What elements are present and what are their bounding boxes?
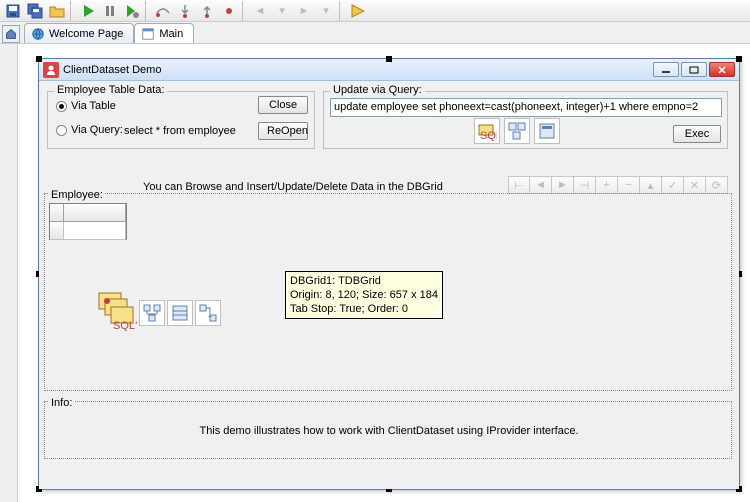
app-icon <box>43 62 59 78</box>
nav-cancel-icon[interactable]: ✕ <box>684 176 706 194</box>
nav-back-menu-icon[interactable]: ▾ <box>271 1 293 21</box>
help-icon[interactable] <box>346 1 368 21</box>
groupbox-table-data: Employee Table Data: Via Table Via Query… <box>47 91 315 149</box>
ruler-vertical <box>0 44 18 502</box>
nav-last-icon[interactable]: ⊣ <box>574 176 596 194</box>
groupbox-title: Employee Table Data: <box>54 84 167 96</box>
query-component-icon[interactable]: SQL? <box>474 118 500 144</box>
step-out-icon[interactable] <box>196 1 218 21</box>
maximize-button[interactable] <box>681 62 707 77</box>
home-button[interactable] <box>2 25 20 43</box>
step-over-icon[interactable] <box>152 1 174 21</box>
employee-label: Employee: <box>49 189 105 201</box>
pause-icon[interactable] <box>99 1 121 21</box>
query-text: select * from employee <box>124 125 236 137</box>
dataset-component-icon[interactable] <box>167 300 193 326</box>
info-label: Info: <box>49 397 74 409</box>
save-all-icon[interactable] <box>24 1 46 21</box>
dbgrid[interactable] <box>49 203 127 240</box>
minimize-button[interactable] <box>653 62 679 77</box>
nav-next-icon[interactable]: ► <box>552 176 574 194</box>
close-button2[interactable]: Close <box>258 96 308 114</box>
nav-edit-icon[interactable]: ▴ <box>640 176 662 194</box>
tab-welcome[interactable]: Welcome Page <box>24 23 134 43</box>
nav-prior-icon[interactable]: ◄ <box>530 176 552 194</box>
tab-main[interactable]: Main <box>134 23 194 43</box>
radio-label: Via Table <box>71 100 116 112</box>
design-form: ClientDataset Demo Employee Table Data: … <box>38 58 740 490</box>
nav-insert-icon[interactable]: + <box>596 176 618 194</box>
radio-icon <box>56 125 67 136</box>
link-component-icon[interactable] <box>139 300 165 326</box>
radio-label: Via Query: <box>71 124 123 136</box>
radio-via-table[interactable]: Via Table <box>56 100 116 112</box>
close-button[interactable] <box>709 62 735 77</box>
reopen-button[interactable]: ReOpen <box>258 122 308 140</box>
tab-bar: Welcome Page Main <box>0 22 750 44</box>
window-titlebar: ClientDataset Demo <box>39 59 739 81</box>
stacked-dataset-icon[interactable]: SQL? <box>97 291 137 334</box>
nav-delete-icon[interactable]: − <box>618 176 640 194</box>
open-icon[interactable] <box>46 1 68 21</box>
world-icon <box>31 27 45 41</box>
window-title: ClientDataset Demo <box>63 64 651 76</box>
design-tooltip: DBGrid1: TDBGrid Origin: 8, 120; Size: 6… <box>285 271 443 319</box>
radio-icon <box>56 101 67 112</box>
nav-fwd-icon[interactable]: ► <box>293 1 315 21</box>
nav-fwd-menu-icon[interactable]: ▾ <box>315 1 337 21</box>
step-into-icon[interactable] <box>174 1 196 21</box>
sql-edit[interactable]: update employee set phoneext=cast(phonee… <box>330 98 722 117</box>
groupbox-title: Update via Query: <box>330 84 425 96</box>
nav-first-icon[interactable]: ⊢ <box>508 176 530 194</box>
radio-via-query[interactable]: Via Query: <box>56 124 123 136</box>
nav-back-icon[interactable]: ◄ <box>249 1 271 21</box>
hint-text: You can Browse and Insert/Update/Delete … <box>143 181 443 193</box>
run-icon[interactable] <box>77 1 99 21</box>
ide-toolbar: ◄ ▾ ► ▾ <box>0 0 750 22</box>
provider-component-icon[interactable] <box>534 118 560 144</box>
run-config-icon[interactable] <box>121 1 143 21</box>
db-navigator: ⊢ ◄ ► ⊣ + − ▴ ✓ ✕ ⟳ <box>508 176 728 194</box>
svg-text:SQL?: SQL? <box>113 320 137 331</box>
tab-label: Main <box>159 28 183 40</box>
nav-refresh-icon[interactable]: ⟳ <box>706 176 728 194</box>
info-text: This demo illustrates how to work with C… <box>39 425 739 437</box>
step-icon[interactable] <box>218 1 240 21</box>
groupbox-update: Update via Query: update employee set ph… <box>323 91 728 149</box>
nav-post-icon[interactable]: ✓ <box>662 176 684 194</box>
flow-component-icon[interactable] <box>195 300 221 326</box>
tab-label: Welcome Page <box>49 28 123 40</box>
svg-text:SQL?: SQL? <box>480 130 497 141</box>
save-icon[interactable] <box>2 1 24 21</box>
datasource-component-icon[interactable] <box>504 118 530 144</box>
form-icon <box>141 27 155 41</box>
exec-button[interactable]: Exec <box>673 125 721 143</box>
